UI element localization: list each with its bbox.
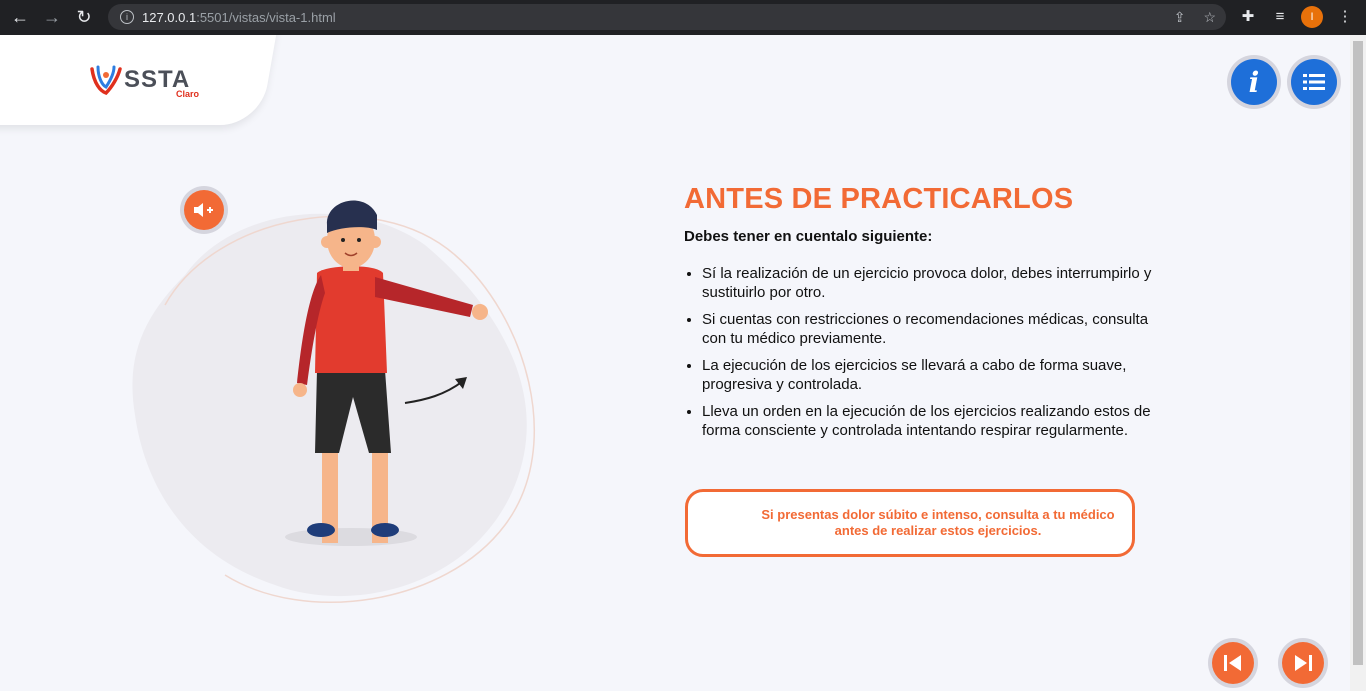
info-button[interactable]: i — [1231, 59, 1277, 105]
main-content: ANTES DE PRACTICARLOS Debes tener en cue… — [684, 183, 1164, 449]
page-content: SSTA Claro i ANTES DE PRACTICARLOS Debes… — [0, 35, 1350, 691]
exercise-illustration — [132, 200, 535, 604]
share-icon[interactable]: ⇪ — [1174, 9, 1186, 26]
browser-menu-icon[interactable]: ⋮ — [1334, 5, 1356, 27]
media-queue-icon[interactable]: ≡ — [1269, 5, 1291, 27]
url-host: 127.0.0.1 — [142, 9, 197, 25]
profile-avatar[interactable]: I — [1301, 6, 1323, 28]
scrollbar-thumb[interactable] — [1353, 41, 1363, 665]
back-icon[interactable]: ← — [8, 6, 32, 30]
menu-button[interactable] — [1291, 59, 1337, 105]
ssta-logo: SSTA — [88, 63, 190, 97]
forward-icon[interactable]: → — [40, 6, 64, 30]
speaker-plus-icon — [194, 203, 213, 217]
reload-icon[interactable]: ↻ — [72, 6, 96, 30]
info-icon: i — [1248, 65, 1260, 99]
extensions-icon[interactable]: ✚ — [1237, 5, 1259, 27]
logo-sub-text: Claro — [176, 89, 200, 99]
url-path: :5501/vistas/vista-1.html — [196, 9, 336, 25]
scrollbar[interactable] — [1350, 35, 1366, 691]
list-item: La ejecución de los ejercicios se llevar… — [702, 357, 1164, 394]
previous-button[interactable] — [1212, 642, 1254, 684]
ssta-logo-mark-icon — [90, 65, 122, 96]
address-bar[interactable]: i 127.0.0.1:5501/vistas/vista-1.html ⇪ ☆ — [108, 4, 1226, 30]
warning-text: Si presentas dolor súbito e intenso, con… — [761, 507, 1115, 538]
site-info-icon[interactable]: i — [120, 10, 134, 24]
bookmark-star-icon[interactable]: ☆ — [1203, 9, 1216, 26]
warning-box: Si presentas dolor súbito e intenso, con… — [685, 489, 1135, 557]
next-button[interactable] — [1282, 642, 1324, 684]
page-title: ANTES DE PRACTICARLOS — [684, 183, 1074, 215]
list-item: Lleva un orden en la ejecución de los ej… — [702, 403, 1164, 440]
advice-list: Sí la realización de un ejercicio provoc… — [684, 265, 1164, 440]
list-item: Sí la realización de un ejercicio provoc… — [702, 265, 1164, 302]
list-item: Si cuentas con restricciones o recomenda… — [702, 311, 1164, 348]
skip-previous-icon — [1224, 655, 1241, 671]
browser-toolbar: ← → ↻ i 127.0.0.1:5501/vistas/vista-1.ht… — [0, 0, 1366, 35]
audio-button[interactable] — [184, 190, 224, 230]
list-icon — [1303, 74, 1325, 90]
page-subtitle: Debes tener en cuentalo siguiente: — [684, 228, 933, 245]
skip-next-icon — [1295, 655, 1312, 671]
